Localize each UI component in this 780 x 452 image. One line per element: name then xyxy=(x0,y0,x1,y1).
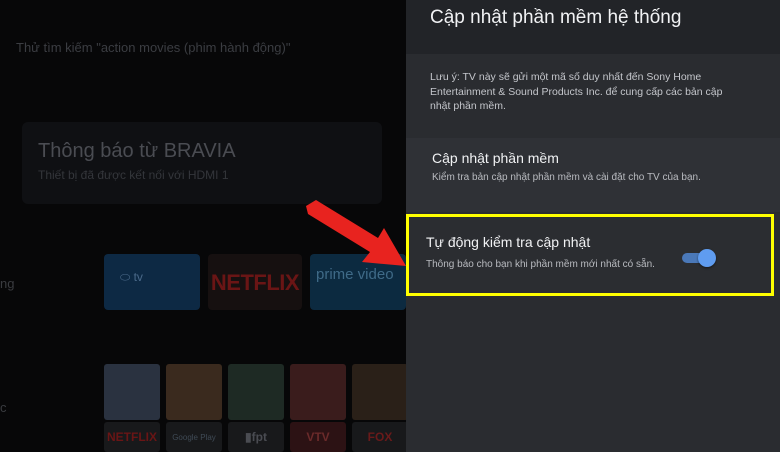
auto-check-updates-item[interactable]: Tự động kiểm tra cập nhật Thông báo cho … xyxy=(406,214,780,298)
notification-title: Thông báo từ BRAVIA xyxy=(38,140,236,162)
red-arrow-icon xyxy=(306,200,406,266)
side-row-label-2: c xyxy=(0,400,7,415)
tv-app-tile[interactable]: ⬭ tv xyxy=(104,254,200,310)
fox-play-app-label: FOX xyxy=(367,430,393,444)
software-update-item[interactable]: Cập nhật phần mềm Kiểm tra bản cập nhật … xyxy=(406,138,780,212)
tv-tile-label: ⬭ tv xyxy=(120,270,143,284)
netflix-app-label: NETFLIX xyxy=(107,430,157,444)
arrow-shape xyxy=(306,200,406,266)
highlight-box xyxy=(406,214,774,296)
notification-card[interactable] xyxy=(22,122,382,204)
search-hint[interactable]: Thử tìm kiếm "action movies (phim hành đ… xyxy=(16,40,290,55)
side-row-label: ng xyxy=(0,276,15,291)
fpt-play-app-label: ▮fpt xyxy=(245,430,267,444)
content-poster[interactable] xyxy=(228,364,284,420)
fpt-play-app-icon[interactable]: ▮fpt xyxy=(228,422,284,452)
page-title: Cập nhật phần mềm hệ thống xyxy=(430,7,682,28)
settings-header: Cập nhật phần mềm hệ thống xyxy=(406,0,780,54)
notification-subtitle: Thiết bị đã được kết nối với HDMI 1 xyxy=(38,168,229,182)
vtv-app-icon[interactable]: VTV xyxy=(290,422,346,452)
netflix-app-tile[interactable]: NETFLIX xyxy=(208,254,302,310)
settings-panel: Cập nhật phần mềm hệ thống Lưu ý: TV này… xyxy=(406,0,780,452)
privacy-note: Lưu ý: TV này sẽ gửi một mã số duy nhất … xyxy=(430,71,723,112)
netflix-app-icon[interactable]: NETFLIX xyxy=(104,422,160,452)
vtv-app-label: VTV xyxy=(306,430,330,444)
google-play-app-label: Google Play xyxy=(172,433,216,442)
content-poster[interactable] xyxy=(104,364,160,420)
content-poster[interactable] xyxy=(352,364,406,420)
content-poster[interactable] xyxy=(166,364,222,420)
google-play-app-icon[interactable]: Google Play xyxy=(166,422,222,452)
software-update-description: Kiểm tra bản cập nhật phần mềm và cài đặ… xyxy=(432,172,701,183)
fox-play-app-icon[interactable]: FOX xyxy=(352,422,406,452)
netflix-logo: NETFLIX xyxy=(210,270,300,295)
content-poster[interactable] xyxy=(290,364,346,420)
software-update-title: Cập nhật phần mềm xyxy=(432,150,559,166)
